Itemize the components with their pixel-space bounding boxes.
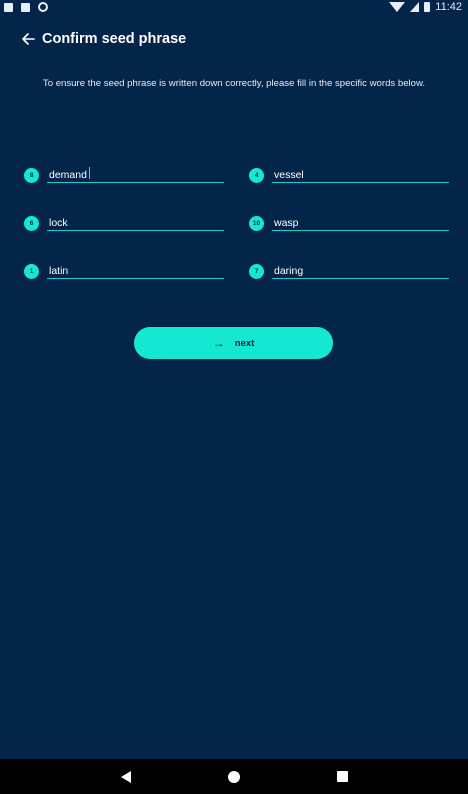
notification-icon bbox=[4, 2, 13, 12]
battery-icon bbox=[424, 2, 431, 12]
seed-word-field: 8 bbox=[24, 165, 224, 183]
nav-back-icon[interactable] bbox=[120, 770, 131, 783]
next-button-label: next bbox=[234, 337, 255, 349]
word-number-badge: 4 bbox=[249, 168, 264, 183]
word-number-badge: 1 bbox=[24, 264, 39, 279]
seed-word-field: 1 bbox=[24, 261, 224, 279]
seed-word-input-wrapper bbox=[47, 165, 224, 183]
system-indicators: 11:42 bbox=[389, 1, 462, 13]
seed-word-input[interactable] bbox=[272, 263, 449, 279]
status-bar: 11:42 bbox=[0, 0, 468, 14]
page-title: Confirm seed phrase bbox=[42, 31, 187, 47]
seed-word-input[interactable] bbox=[47, 167, 224, 183]
wifi-icon bbox=[389, 2, 406, 12]
sync-icon bbox=[38, 2, 48, 12]
word-number-badge: 8 bbox=[24, 168, 39, 183]
seed-word-input[interactable] bbox=[47, 215, 224, 231]
seed-word-field: 4 bbox=[249, 165, 449, 183]
signal-icon bbox=[410, 2, 420, 12]
seed-word-input-wrapper bbox=[47, 261, 224, 279]
status-time: 11:42 bbox=[435, 1, 462, 13]
seed-word-input[interactable] bbox=[272, 215, 449, 231]
seed-word-input-wrapper bbox=[272, 165, 449, 183]
app-bar: Confirm seed phrase bbox=[0, 22, 468, 56]
seed-word-input-wrapper bbox=[272, 213, 449, 231]
notification-icons bbox=[4, 2, 48, 12]
seed-word-input-wrapper bbox=[47, 213, 224, 231]
seed-word-input[interactable] bbox=[47, 263, 224, 279]
nav-recents-icon[interactable] bbox=[336, 771, 348, 782]
back-button[interactable] bbox=[18, 29, 38, 49]
seed-word-field: 10 bbox=[249, 213, 449, 231]
word-number-badge: 10 bbox=[249, 216, 264, 231]
word-number-badge: 7 bbox=[249, 264, 264, 279]
arrow-left-icon bbox=[22, 33, 35, 45]
nav-home-icon[interactable] bbox=[227, 770, 240, 783]
seed-word-input[interactable] bbox=[272, 167, 449, 183]
instructions-text: To ensure the seed phrase is written dow… bbox=[42, 78, 426, 89]
sd-card-icon bbox=[21, 2, 30, 12]
seed-word-input-wrapper bbox=[272, 261, 449, 279]
seed-word-field: 7 bbox=[249, 261, 449, 279]
arrow-right-icon: → bbox=[212, 336, 225, 350]
next-button[interactable]: → next bbox=[134, 327, 333, 359]
text-cursor bbox=[89, 167, 90, 179]
seed-word-field: 6 bbox=[24, 213, 224, 231]
system-nav-bar bbox=[0, 759, 468, 794]
word-number-badge: 6 bbox=[24, 216, 39, 231]
